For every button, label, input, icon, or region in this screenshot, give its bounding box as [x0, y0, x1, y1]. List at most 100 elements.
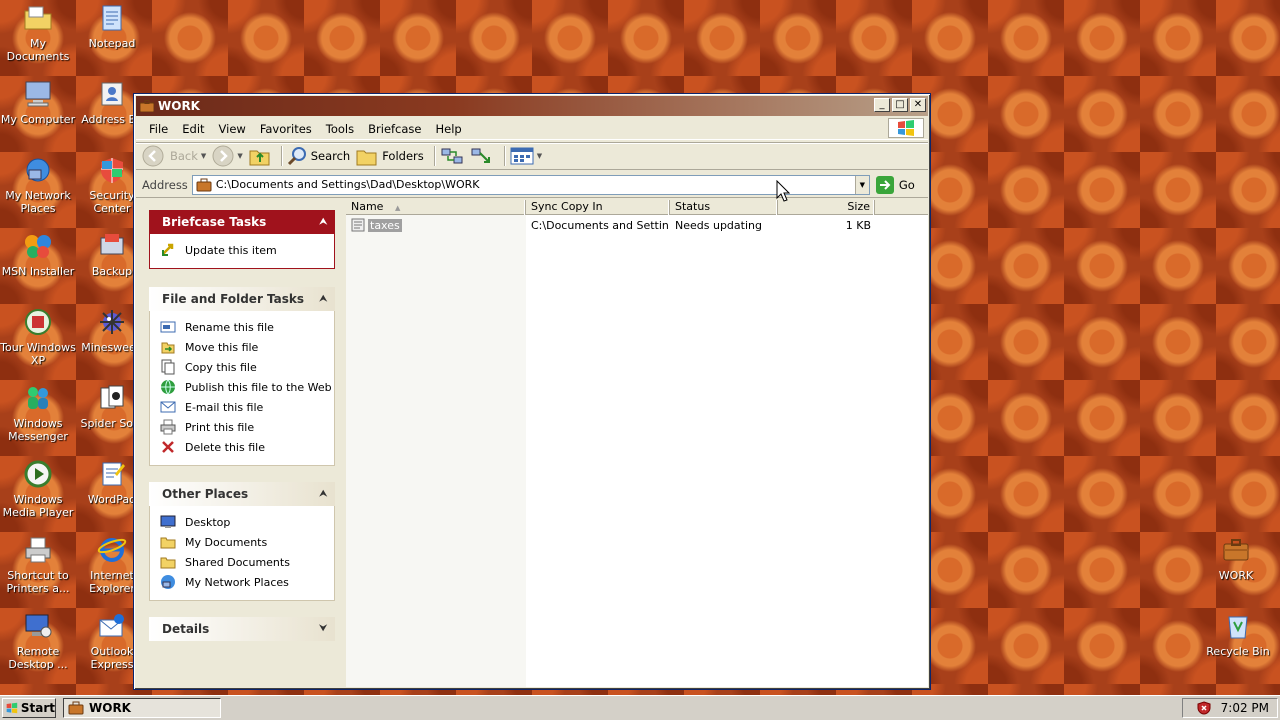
task-publish-file[interactable]: Publish this file to the Web	[160, 377, 334, 397]
task-move-file[interactable]: Move this file	[160, 337, 334, 357]
collapse-chevron-icon[interactable]: ⮝	[319, 217, 327, 227]
tour-icon	[22, 306, 54, 338]
dropdown-arrow-icon: ▼	[237, 152, 243, 160]
views-button[interactable]: ▼	[510, 147, 542, 165]
menu-edit[interactable]: Edit	[175, 122, 211, 136]
back-button[interactable]: Back ▼	[142, 145, 206, 167]
forward-button[interactable]: ▼	[212, 145, 243, 167]
network-places-icon	[22, 154, 54, 186]
desktop-icon-tour-windows-xp[interactable]: Tour Windows XP	[0, 306, 76, 367]
cell-size: 1 KB	[845, 218, 871, 232]
address-input[interactable]: C:\Documents and Settings\Dad\Desktop\WO…	[191, 174, 870, 195]
windows-logo-icon	[888, 118, 924, 138]
task-label: Publish this file to the Web	[185, 380, 332, 394]
start-button[interactable]: Start	[2, 698, 56, 718]
up-folder-button[interactable]	[249, 146, 271, 166]
update-icon	[160, 242, 176, 258]
desktop-icon-my-computer[interactable]: My Computer	[0, 78, 76, 126]
details-group: Details ⮟	[149, 617, 335, 641]
toolbar-separator	[280, 146, 283, 166]
desktop-icon-notepad[interactable]: Notepad	[74, 2, 150, 50]
toolbar-separator	[503, 146, 506, 166]
folders-icon	[356, 150, 377, 166]
desktop-icon-my-documents[interactable]: My Documents	[0, 2, 76, 63]
task-update-this-item[interactable]: Update this item	[160, 240, 334, 260]
column-header-name[interactable]: Name ▲	[346, 200, 526, 215]
table-row[interactable]: taxes C:\Documents and Settin... Needs u…	[346, 216, 928, 234]
folders-button[interactable]: Folders	[356, 146, 424, 166]
desktop-icon-windows-media-player[interactable]: Windows Media Player	[0, 458, 76, 519]
menu-briefcase[interactable]: Briefcase	[361, 122, 428, 136]
expand-chevron-icon[interactable]: ⮟	[319, 624, 327, 634]
collapse-chevron-icon[interactable]: ⮝	[319, 489, 327, 499]
other-places-header[interactable]: Other Places ⮝	[149, 482, 335, 506]
column-header-status[interactable]: Status	[670, 200, 778, 215]
group-title: File and Folder Tasks	[162, 292, 305, 306]
update-all-button[interactable]	[440, 146, 464, 166]
desktop-icon-recycle-bin[interactable]: Recycle Bin	[1200, 610, 1276, 658]
folder-icon	[160, 534, 176, 550]
column-header-size[interactable]: Size	[778, 200, 875, 215]
column-header-sync[interactable]: Sync Copy In	[526, 200, 670, 215]
copy-icon	[160, 359, 176, 375]
desktop-icon-windows-messenger[interactable]: Windows Messenger	[0, 382, 76, 443]
menu-tools[interactable]: Tools	[319, 122, 361, 136]
desktop-icon-remote-desktop[interactable]: Remote Desktop ...	[0, 610, 76, 671]
task-email-file[interactable]: E-mail this file	[160, 397, 334, 417]
collapse-chevron-icon[interactable]: ⮝	[319, 294, 327, 304]
taskbar: Start WORK 7:02 PM	[0, 695, 1280, 720]
title-bar[interactable]: WORK _ □ ✕	[136, 96, 928, 116]
address-book-icon	[96, 78, 128, 110]
menu-file[interactable]: File	[142, 122, 175, 136]
security-alert-icon[interactable]	[1197, 701, 1211, 715]
menu-view[interactable]: View	[212, 122, 253, 136]
group-title: Other Places	[162, 487, 249, 501]
place-shared-documents[interactable]: Shared Documents	[160, 552, 334, 572]
desktop-icon-msn-installer[interactable]: MSN Installer	[0, 230, 76, 278]
desktop-icon-label: Windows Media Player	[2, 493, 74, 519]
notepad-icon	[96, 2, 128, 34]
remote-desktop-icon	[22, 610, 54, 642]
task-label: Delete this file	[185, 440, 265, 454]
task-print-file[interactable]: Print this file	[160, 417, 334, 437]
maximize-button[interactable]: □	[892, 98, 908, 112]
task-rename-file[interactable]: Rename this file	[160, 317, 334, 337]
desktop-icon	[160, 514, 176, 530]
search-button[interactable]: Search	[287, 146, 350, 166]
dropdown-arrow-icon: ▼	[536, 152, 543, 160]
windows-logo-icon	[6, 702, 18, 714]
update-selection-button[interactable]	[470, 146, 494, 166]
go-button[interactable]: Go	[875, 175, 915, 194]
minimize-button[interactable]: _	[874, 98, 890, 112]
place-label: Shared Documents	[185, 555, 290, 569]
briefcase-tasks-header[interactable]: Briefcase Tasks ⮝	[149, 210, 335, 234]
desktop-icon-work-briefcase[interactable]: WORK	[1198, 534, 1274, 582]
desktop-icon-label: Shortcut to Printers a...	[6, 569, 70, 595]
desktop-icon-printers[interactable]: Shortcut to Printers a...	[0, 534, 76, 595]
close-button[interactable]: ✕	[910, 98, 926, 112]
menu-favorites[interactable]: Favorites	[253, 122, 319, 136]
email-icon	[160, 399, 176, 415]
back-arrow-icon	[142, 145, 164, 167]
printer-icon	[160, 419, 176, 435]
desktop-icon-my-network-places[interactable]: My Network Places	[0, 154, 76, 215]
column-label: Status	[675, 200, 711, 213]
task-label: Print this file	[185, 420, 255, 434]
security-shield-icon	[96, 154, 128, 186]
address-dropdown-button[interactable]: ▼	[854, 175, 869, 194]
place-my-network-places[interactable]: My Network Places	[160, 572, 334, 592]
group-title: Briefcase Tasks	[162, 215, 267, 229]
column-label: Size	[847, 200, 870, 213]
file-folder-tasks-header[interactable]: File and Folder Tasks ⮝	[149, 287, 335, 311]
place-my-documents[interactable]: My Documents	[160, 532, 334, 552]
search-icon	[287, 147, 306, 166]
details-header[interactable]: Details ⮟	[149, 617, 335, 641]
task-copy-file[interactable]: Copy this file	[160, 357, 334, 377]
clock[interactable]: 7:02 PM	[1221, 701, 1269, 715]
task-delete-file[interactable]: Delete this file	[160, 437, 334, 457]
place-desktop[interactable]: Desktop	[160, 512, 334, 532]
desktop-icon-label: MSN Installer	[1, 265, 75, 278]
desktop-icon-label: My Network Places	[5, 189, 71, 215]
taskbar-button-work[interactable]: WORK	[63, 698, 221, 718]
menu-help[interactable]: Help	[429, 122, 469, 136]
